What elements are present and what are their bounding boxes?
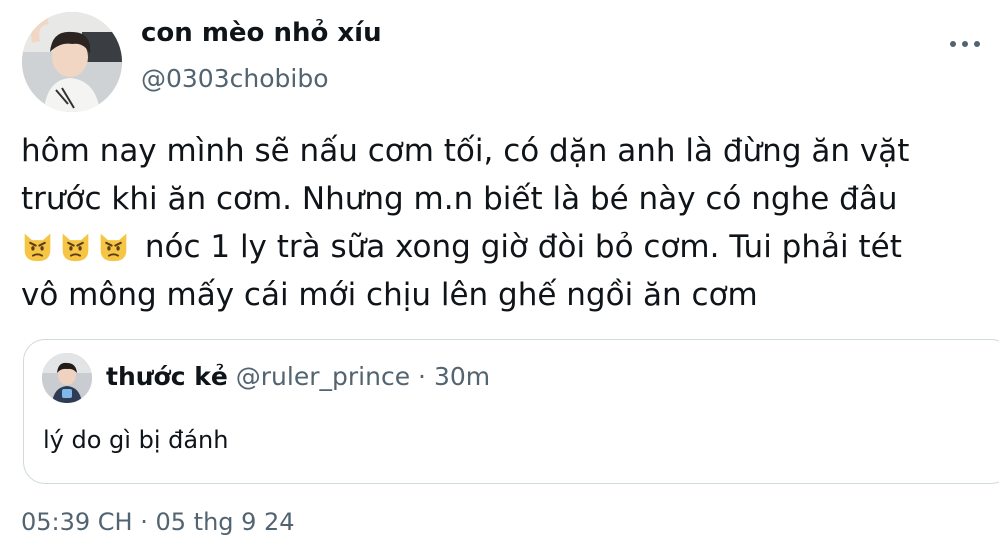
- tweet-line-1: hôm nay mình sẽ nấu cơm tối, có dặn anh …: [21, 133, 910, 169]
- profile-photo-icon: [42, 353, 92, 403]
- quoted-time[interactable]: 30m: [434, 362, 490, 391]
- tweet-timestamp[interactable]: 05:39 CH · 05 thg 9 24: [21, 508, 295, 536]
- tweet-line-3-text: nóc 1 ly trà sữa xong giờ đòi bỏ cơm. Tu…: [144, 229, 902, 265]
- pouting-cat-emoji-icon: [24, 233, 51, 262]
- quoted-tweet-header: thước kẻ @ruler_prince · 30m: [106, 362, 490, 391]
- author-display-name[interactable]: con mèo nhỏ xíu: [141, 18, 382, 48]
- quoted-display-name[interactable]: thước kẻ: [106, 362, 228, 391]
- more-dot: [962, 41, 968, 47]
- more-dot: [950, 41, 956, 47]
- quoted-handle[interactable]: @ruler_prince: [236, 362, 410, 391]
- pouting-cat-emoji-icon: [62, 233, 89, 262]
- quoted-tweet[interactable]: thước kẻ @ruler_prince · 30m lý do gì bị…: [23, 339, 999, 484]
- more-options-button[interactable]: [950, 30, 980, 58]
- tweet-line-4: vô mông mấy cái mới chịu lên ghế ngồi ăn…: [21, 277, 758, 313]
- tweet-line-2: trước khi ăn cơm. Nhưng m.n biết là bé n…: [21, 181, 898, 217]
- quoted-text: lý do gì bị đánh: [43, 426, 229, 454]
- author-handle[interactable]: @0303chobibo: [141, 64, 329, 93]
- pouting-cat-emoji-icon: [100, 233, 127, 262]
- quoted-separator: ·: [418, 362, 426, 391]
- author-avatar[interactable]: [22, 12, 122, 112]
- more-dot: [974, 41, 980, 47]
- tweet-line-3: nóc 1 ly trà sữa xong giờ đòi bỏ cơm. Tu…: [21, 223, 991, 271]
- profile-photo-icon: [22, 12, 122, 112]
- tweet-text: hôm nay mình sẽ nấu cơm tối, có dặn anh …: [21, 127, 991, 319]
- quoted-author-avatar[interactable]: [42, 353, 92, 403]
